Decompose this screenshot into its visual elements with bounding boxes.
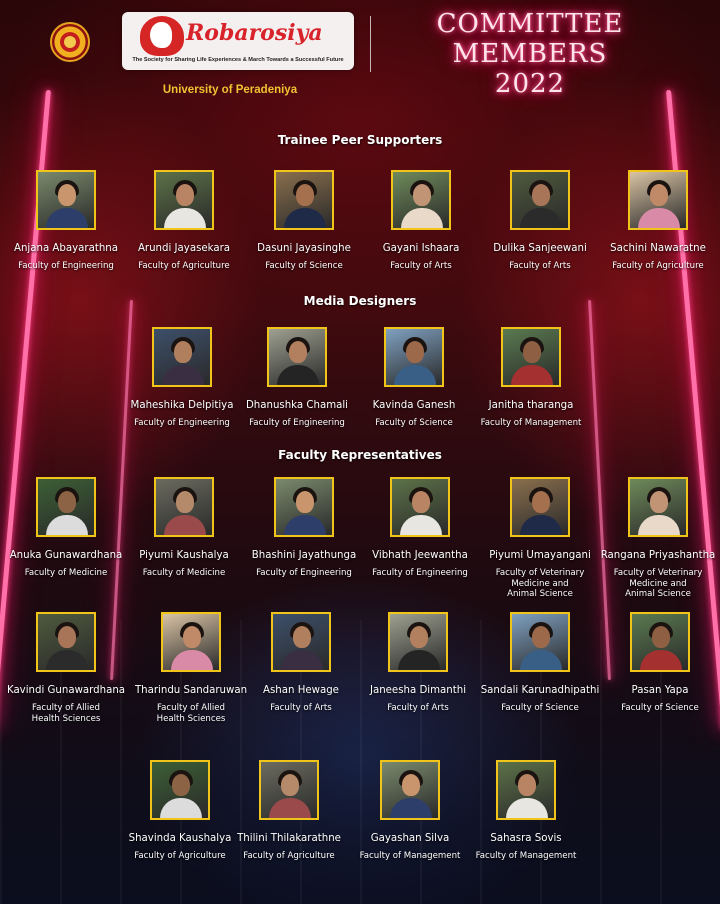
photo-person-head (532, 491, 550, 513)
member-photo (36, 170, 96, 230)
member-photo (36, 612, 96, 672)
member-photo (630, 612, 690, 672)
member-faculty: Faculty of Allied Health Sciences (31, 703, 101, 724)
member-photo (390, 477, 450, 537)
photo-person-head (523, 341, 541, 363)
poster-title-line: MEMBERS (452, 39, 608, 69)
photo-person-head (183, 626, 201, 648)
member-photo (510, 170, 570, 230)
member-name: Dulika Sanjeewani (493, 243, 587, 254)
photo-person-head (652, 626, 670, 648)
member-name: Ashan Hewage (263, 685, 339, 696)
member-name: Piyumi Umayangani (489, 550, 591, 561)
member-faculty: Faculty of Agriculture (138, 261, 230, 271)
photo-person-head (176, 184, 194, 206)
member-faculty: Faculty of Engineering (372, 568, 468, 578)
member-faculty: Faculty of Veterinary Medicine and Anima… (613, 568, 703, 599)
member-photo (150, 760, 210, 820)
poster-title-line: COMMITTEE (436, 9, 624, 39)
society-emblem-icon (140, 16, 184, 56)
member-name: Thilini Thilakarathne (237, 833, 341, 844)
member-photo (154, 170, 214, 230)
member-faculty: Faculty of Medicine (142, 568, 226, 578)
member-photo (388, 612, 448, 672)
photo-person-head (406, 341, 424, 363)
member-name: Kavindi Gunawardhana (6, 685, 126, 696)
society-logo-badge: Robarosiya The Society for Sharing Life … (122, 12, 354, 70)
member-photo (496, 760, 556, 820)
member-photo (501, 327, 561, 387)
member-photo (267, 327, 327, 387)
member-photo (510, 477, 570, 537)
member-name: Dhanushka Chamali (245, 400, 349, 411)
member-photo (154, 477, 214, 537)
photo-person-head (58, 184, 76, 206)
member-photo (152, 327, 212, 387)
member-faculty: Faculty of Science (621, 703, 699, 713)
member-name: Sahasra Sovis (490, 833, 562, 844)
member-name: Piyumi Kaushalya (139, 550, 229, 561)
photo-person-head (650, 491, 668, 513)
section-title-trainee-peer-supporters: Trainee Peer Supporters (277, 133, 443, 147)
member-name: Vibhath Jeewantha (372, 550, 468, 561)
member-photo (380, 760, 440, 820)
section-title-faculty-representatives: Faculty Representatives (278, 448, 442, 462)
university-name: University of Peradeniya (162, 84, 298, 96)
photo-person-head (532, 184, 550, 206)
photo-person-head (402, 774, 420, 796)
member-faculty: Faculty of Agriculture (612, 261, 704, 271)
society-tagline: The Society for Sharing Life Experiences… (132, 57, 344, 63)
photo-person-head (650, 184, 668, 206)
member-name: Anuka Gunawardhana (9, 550, 123, 561)
header-divider (370, 16, 371, 72)
member-photo (628, 477, 688, 537)
member-photo (36, 477, 96, 537)
photo-person-head (58, 626, 76, 648)
section-title-media-designers: Media Designers (303, 294, 417, 308)
member-name: Rangana Priyashantha (600, 550, 716, 561)
member-photo (274, 477, 334, 537)
photo-person-head (289, 341, 307, 363)
member-photo (271, 612, 331, 672)
photo-person-head (532, 626, 550, 648)
member-name: Janitha tharanga (488, 400, 574, 411)
photo-person-head (413, 184, 431, 206)
member-photo (274, 170, 334, 230)
university-crest-logo (50, 22, 90, 62)
member-name: Dasuni Jayasinghe (257, 243, 351, 254)
member-name: Sandali Karunadhipathi (480, 685, 600, 696)
member-faculty: Faculty of Arts (387, 703, 449, 713)
member-photo (510, 612, 570, 672)
photo-person-head (296, 491, 314, 513)
photo-person-head (176, 491, 194, 513)
photo-person-head (293, 626, 311, 648)
photo-person-head (296, 184, 314, 206)
member-name: Anjana Abayarathna (14, 243, 118, 254)
poster-title-line: 2022 (494, 69, 566, 99)
member-name: Kavinda Ganesh (372, 400, 456, 411)
photo-person-head (410, 626, 428, 648)
member-photo (259, 760, 319, 820)
member-name: Arundi Jayasekara (137, 243, 231, 254)
photo-person-head (174, 341, 192, 363)
member-name: Sachini Nawaratne (610, 243, 706, 254)
photo-person-head (58, 491, 76, 513)
member-faculty: Faculty of Management (475, 851, 577, 861)
photo-person-head (518, 774, 536, 796)
member-faculty: Faculty of Agriculture (243, 851, 335, 861)
member-photo (391, 170, 451, 230)
photo-person-head (172, 774, 190, 796)
society-name: Robarosiya (186, 20, 323, 46)
member-faculty: Faculty of Science (501, 703, 579, 713)
member-photo (384, 327, 444, 387)
member-faculty: Faculty of Management (480, 418, 582, 428)
member-photo (628, 170, 688, 230)
member-name: Gayani Ishaara (382, 243, 460, 254)
member-name: Pasan Yapa (631, 685, 689, 696)
photo-person-head (281, 774, 299, 796)
member-photo (161, 612, 221, 672)
member-name: Janeesha Dimanthi (369, 685, 467, 696)
photo-person-head (412, 491, 430, 513)
